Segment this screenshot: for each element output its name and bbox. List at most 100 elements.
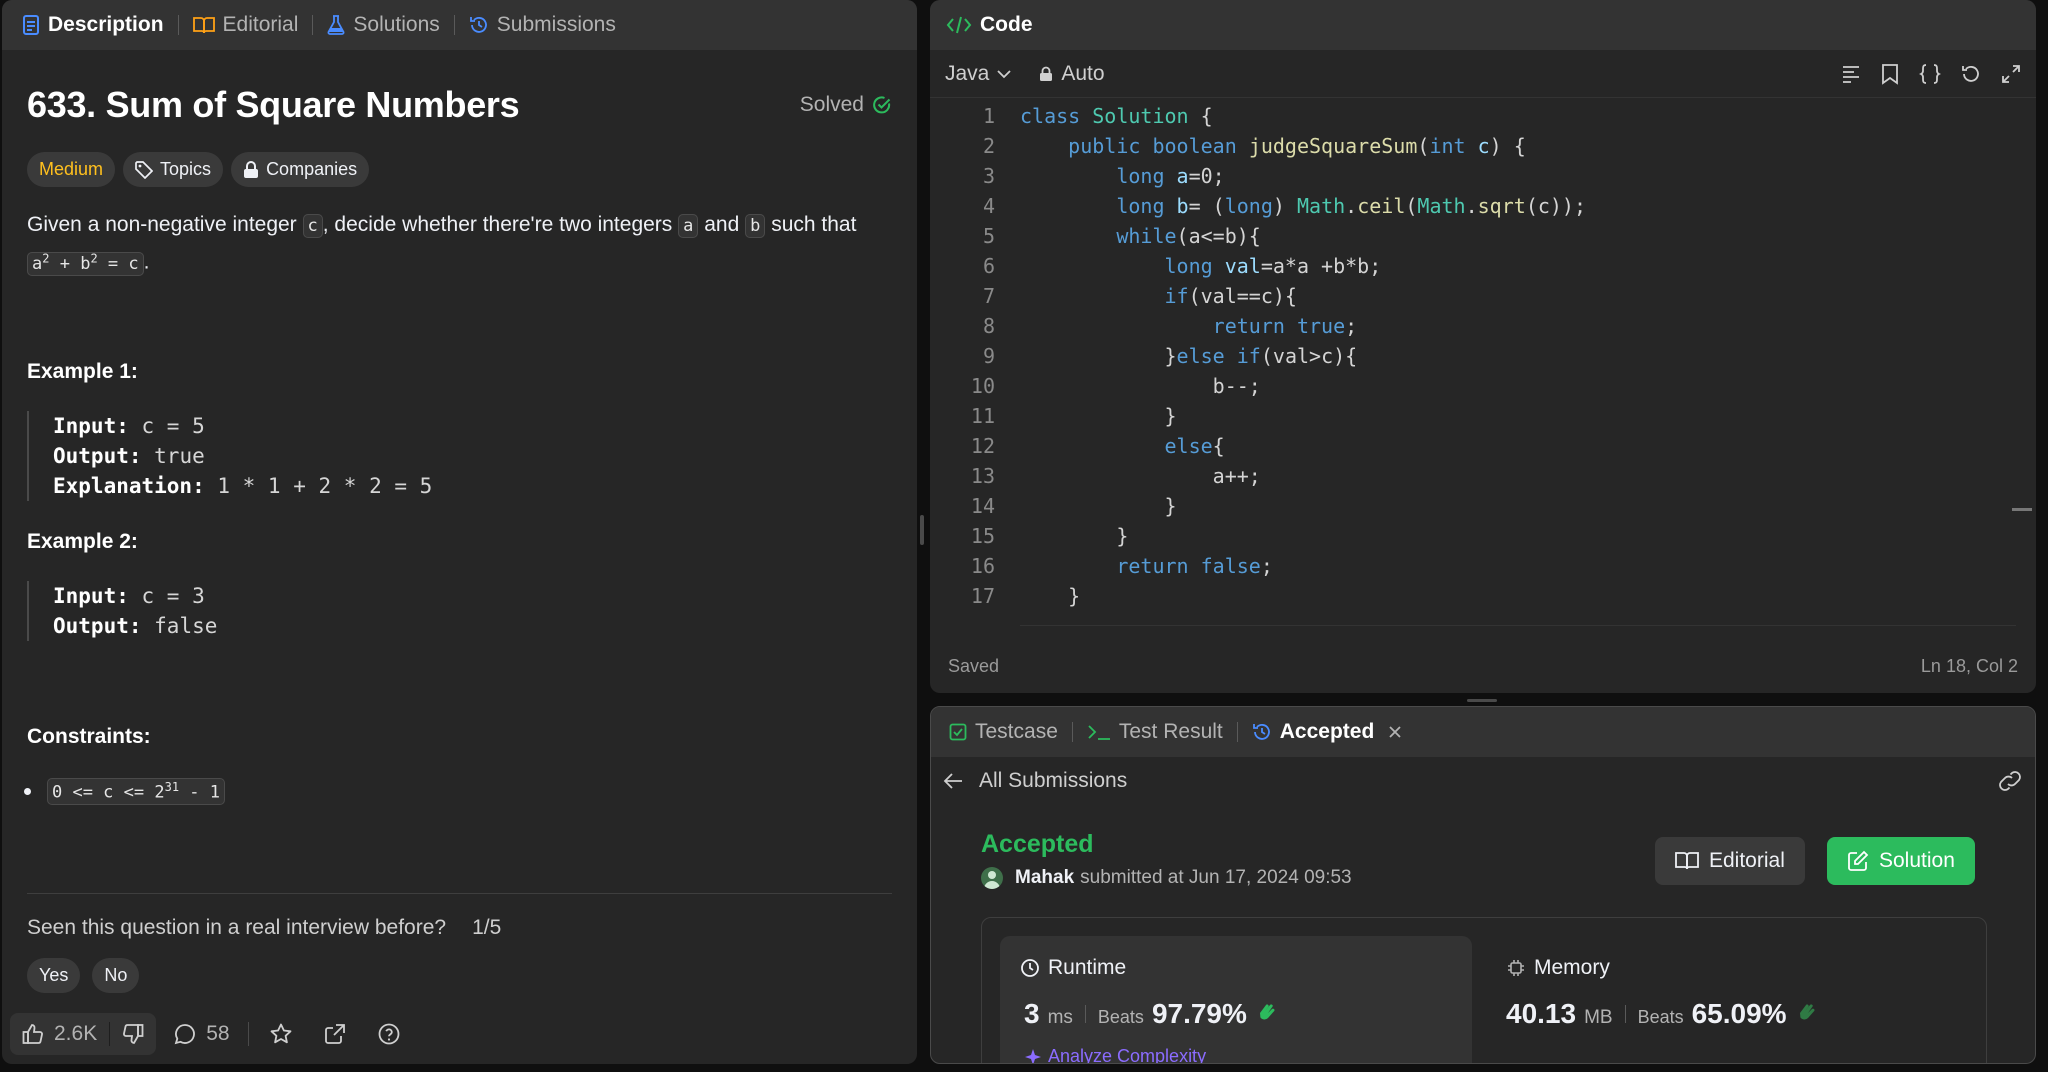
stat-divider <box>1084 1005 1086 1023</box>
code-text: class Solution { <box>1020 104 1213 128</box>
language-label: Java <box>945 61 990 85</box>
auto-mode-label: Auto <box>1061 61 1105 85</box>
all-submissions-link[interactable]: All Submissions <box>943 769 1127 793</box>
share-icon[interactable] <box>313 1022 357 1046</box>
code-text: }else if(val>c){ <box>1020 344 1358 368</box>
expand-icon[interactable] <box>2001 64 2021 84</box>
flask-icon <box>327 15 345 35</box>
auto-mode[interactable]: Auto <box>1039 61 1105 86</box>
submitted-time: submitted at Jun 17, 2024 09:53 <box>1080 867 1352 888</box>
code-line: 12 else{ <box>930 431 2036 461</box>
statement-text: . <box>143 250 150 274</box>
constraints-heading: Constraints: <box>27 725 151 748</box>
runtime-value: 3 <box>1024 998 1040 1029</box>
editorial-button[interactable]: Editorial <box>1655 837 1805 885</box>
dislike-button[interactable] <box>110 1013 156 1055</box>
solved-label: Solved <box>799 93 864 116</box>
memory-card[interactable]: Memory 40.13 MB Beats 65.09% <box>1472 936 1972 1063</box>
problem-title[interactable]: 633. Sum of Square Numbers <box>27 84 520 126</box>
solution-button[interactable]: Solution <box>1827 837 1975 885</box>
cursor-position: Ln 18, Col 2 <box>1920 655 2018 676</box>
analyze-complexity-link[interactable]: Analyze Complexity <box>1024 1046 1207 1064</box>
comments-button[interactable]: 58 <box>166 1022 237 1046</box>
horizontal-resize-handle[interactable] <box>1467 699 1497 702</box>
code-text: } <box>1020 494 1177 518</box>
eq-part: a <box>32 253 43 274</box>
code-text: long b= (long) Math.ceil(Math.sqrt(c)); <box>1116 194 1587 218</box>
description-footer: 2.6K 58 <box>2 1004 917 1064</box>
thumbs-up-icon <box>22 1023 44 1045</box>
code-text: public boolean judgeSquareSum(int c) { <box>1068 134 1526 158</box>
bookmark-icon[interactable] <box>1881 63 1899 85</box>
code-status-bar: Saved Ln 18, Col 2 <box>930 639 2036 693</box>
tab-description[interactable]: Description <box>22 13 164 37</box>
code-text: while(a<=b){ <box>1116 224 1261 248</box>
code-text: return true; <box>1212 314 1358 338</box>
reset-icon[interactable] <box>1961 64 1981 84</box>
tab-testcase[interactable]: Testcase <box>949 720 1058 744</box>
inline-code-b: b <box>745 214 766 238</box>
runtime-beats-value: 97.79% <box>1151 998 1247 1029</box>
no-button[interactable]: No <box>92 958 140 993</box>
analyze-complexity-label: Analyze Complexity <box>1048 1046 1207 1064</box>
code-text: } <box>1020 404 1177 428</box>
constraint-code: 0 <= c <= 231 - 1 <box>47 778 225 805</box>
vertical-resize-handle[interactable] <box>920 515 924 545</box>
runtime-label: Runtime <box>1048 956 1127 979</box>
interview-question-text: Seen this question in a real interview b… <box>27 916 447 939</box>
memory-stats: 40.13 MB Beats 65.09% <box>1506 998 1817 1030</box>
line-number: 12 <box>970 434 995 458</box>
submitter-name[interactable]: Mahak <box>1015 867 1074 889</box>
statement-text: , decide whether there're two integers <box>322 213 679 236</box>
language-select[interactable]: Java <box>945 62 1011 86</box>
link-icon[interactable] <box>1997 770 2023 792</box>
runtime-card[interactable]: Runtime 3 ms Beats 97.79% Analyze Comple… <box>1000 936 1472 1064</box>
tab-testcase-label: Testcase <box>975 720 1058 743</box>
constraint-part: - 1 <box>179 782 220 803</box>
companies-tag[interactable]: Companies <box>231 152 370 187</box>
tab-solutions[interactable]: Solutions <box>327 13 440 37</box>
tab-accepted[interactable]: Accepted <box>1252 720 1403 744</box>
editor-scrollbar-thumb[interactable] <box>2012 508 2032 511</box>
format-icon[interactable] <box>1841 65 1861 83</box>
tab-solutions-label: Solutions <box>353 13 440 36</box>
avatar[interactable] <box>981 867 1003 889</box>
memory-value: 40.13 <box>1506 998 1577 1029</box>
tab-editorial-label: Editorial <box>222 13 299 36</box>
line-number: 4 <box>982 194 995 218</box>
tab-test-result[interactable]: Test Result <box>1087 720 1223 744</box>
like-button[interactable]: 2.6K <box>10 1013 109 1055</box>
topics-tag[interactable]: Topics <box>123 152 224 187</box>
line-number: 10 <box>970 374 995 398</box>
code-text: } <box>1020 524 1129 548</box>
tab-divider <box>177 15 179 35</box>
editor-bottom-border <box>1020 625 2016 626</box>
line-number: 13 <box>970 464 995 488</box>
tab-code[interactable]: Code <box>946 13 1033 37</box>
tab-submissions[interactable]: Submissions <box>469 13 616 37</box>
runtime-unit: ms <box>1047 1007 1073 1028</box>
example-2-heading: Example 2: <box>27 530 138 553</box>
tab-editorial[interactable]: Editorial <box>192 13 299 37</box>
terminal-icon <box>1087 723 1111 741</box>
statement-text: and <box>698 213 746 236</box>
line-number: 6 <box>982 254 995 278</box>
constraint-sup: 31 <box>164 780 180 794</box>
code-editor[interactable]: 1 class Solution { 2 public boolean judge… <box>930 101 2036 611</box>
input-value: c = 3 <box>128 584 205 608</box>
line-number: 5 <box>982 224 995 248</box>
runtime-beats-label: Beats <box>1097 1007 1144 1027</box>
lock-icon <box>1039 66 1053 82</box>
output-label: Output: <box>53 614 142 638</box>
line-number: 14 <box>970 494 995 518</box>
braces-icon[interactable] <box>1919 63 1941 85</box>
close-icon[interactable] <box>1388 725 1402 739</box>
star-icon[interactable] <box>259 1022 303 1046</box>
saved-status: Saved <box>948 655 1000 676</box>
yes-button[interactable]: Yes <box>27 958 81 993</box>
code-line: 17 } <box>930 581 2036 611</box>
code-text: long a=0; <box>1116 164 1225 188</box>
line-number: 15 <box>970 524 995 548</box>
help-icon[interactable] <box>367 1022 411 1046</box>
check-circle-icon <box>872 95 892 115</box>
